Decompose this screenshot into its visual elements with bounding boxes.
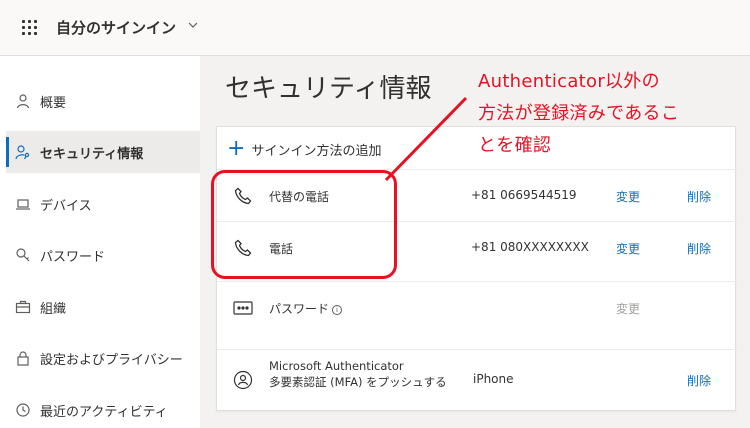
annotation-line-3: とを確認 <box>478 135 552 156</box>
annotation-text: Authenticator以外の 方法が登録済みであるこ とを確認 <box>478 66 738 162</box>
annotation-arrow-line <box>384 96 468 182</box>
annotation-line-1: Authenticator以外の <box>478 71 660 92</box>
annotation-line-2: 方法が登録済みであるこ <box>478 103 680 124</box>
